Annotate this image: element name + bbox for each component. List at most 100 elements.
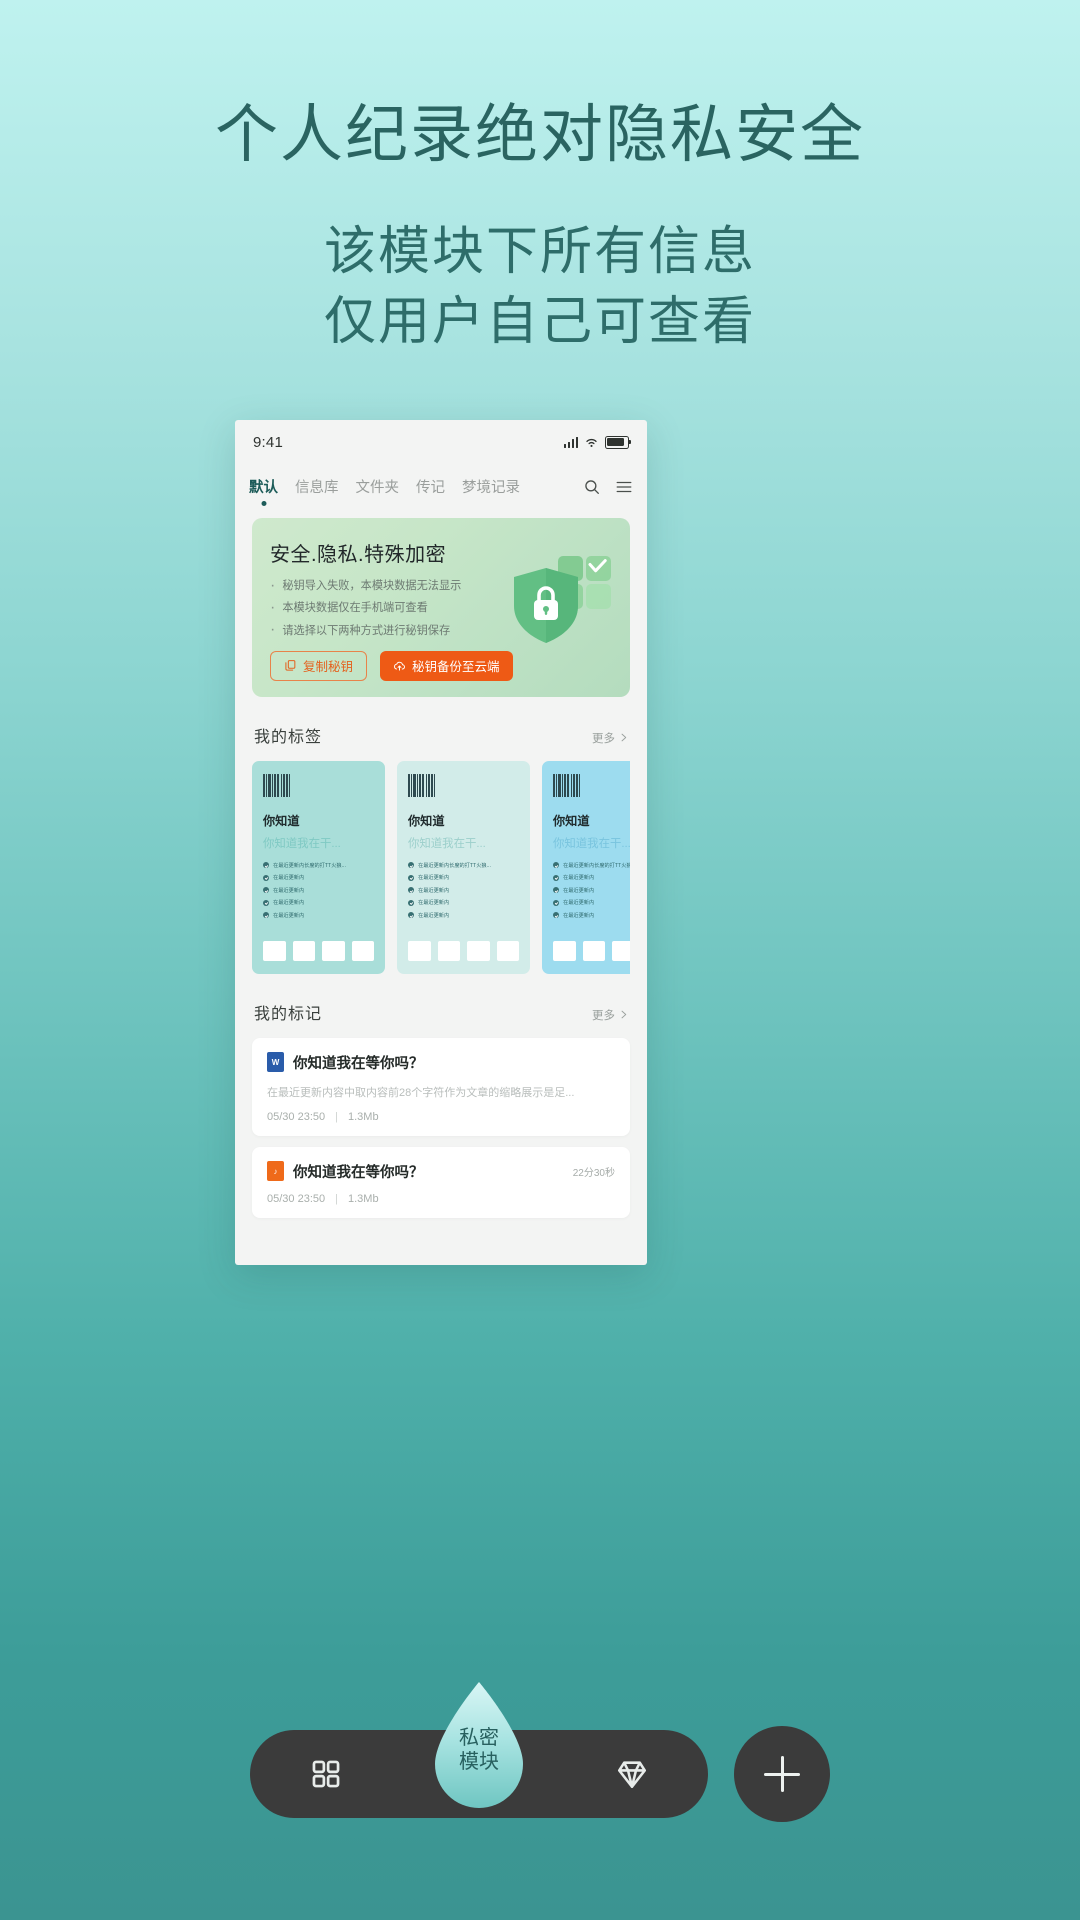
list-item: 在最近更新内	[263, 899, 374, 906]
page-subtitle-line-1: 该模块下所有信息	[323, 222, 756, 281]
tag-card-title: 你知道	[408, 813, 445, 828]
marks-more-label: 更多	[592, 1009, 615, 1022]
tab-dream-log[interactable]: 梦境记录	[462, 476, 520, 506]
list-item-text: 在最近更新内	[563, 887, 595, 894]
list-item: 在最近更新内长度的打TT火狼...	[408, 862, 519, 869]
cloud-upload-icon	[394, 662, 405, 672]
tag-card-subtitle: 你知道我在干...	[408, 837, 486, 850]
mark-item-word[interactable]: W 你知道我在等你吗？ 在最近更新内容中取内容前28个字符作为文章的缩略展示是足…	[252, 1037, 630, 1136]
tag-card-items: 在最近更新内长度的打TT火狼... 在最近更新内 在最近更新内 在最近更新内 在…	[553, 862, 630, 919]
list-item-text: 在最近更新内	[418, 900, 450, 907]
wifi-icon	[586, 438, 597, 447]
marks-more-link[interactable]: 更多	[592, 1007, 628, 1023]
list-item: 在最近更新内	[263, 912, 374, 919]
check-dot-icon	[408, 874, 414, 881]
mark-item-header: W 你知道我在等你吗？	[267, 1052, 615, 1073]
check-dot-icon	[263, 912, 269, 919]
list-item: 在最近更新内	[408, 887, 519, 894]
mark-item-title: 你知道我在等你吗？	[293, 1164, 424, 1181]
menu-icon[interactable]	[615, 478, 633, 496]
check-dot-icon	[408, 899, 414, 906]
backup-key-label: 秘钥备份至云端	[412, 660, 500, 675]
list-item-text: 在最近更新内长度的打TT火狼...	[418, 862, 491, 869]
mark-item-size: 1.3Mb	[347, 1192, 379, 1205]
barcode-icon	[553, 773, 590, 797]
phone-scroll-area[interactable]: 安全.隐私.特殊加密 秘钥导入失败，本模块数据无法显示 本模块数据仅在手机端可查…	[235, 518, 647, 1239]
chevron-right-icon	[621, 1011, 627, 1019]
tag-card-swatches	[263, 940, 374, 961]
status-bar: 9:41	[235, 420, 647, 464]
backup-key-button[interactable]: 秘钥备份至云端	[380, 650, 513, 681]
tag-card[interactable]: 你知道 你知道我在干... 在最近更新内长度的打TT火狼... 在最近更新内 在…	[542, 760, 630, 974]
word-file-icon: W	[267, 1052, 284, 1073]
check-dot-icon	[408, 887, 414, 894]
diamond-icon	[617, 1761, 646, 1789]
tag-card[interactable]: 你知道 你知道我在干... 在最近更新内长度的打TT火狼... 在最近更新内 在…	[397, 760, 530, 974]
tab-default[interactable]: 默认	[249, 476, 278, 506]
tag-card-swatches	[408, 940, 519, 961]
bottom-nav-bar: 私密 模块	[250, 1682, 708, 1818]
tags-more-link[interactable]: 更多	[592, 730, 628, 746]
barcode-icon	[263, 773, 300, 797]
check-dot-icon	[553, 887, 559, 894]
tag-card-list[interactable]: 你知道 你知道我在干... 在最近更新内长度的打TT火狼... 在最近更新内 在…	[252, 760, 630, 974]
list-item: 在最近更新内	[553, 874, 630, 881]
list-item-text: 在最近更新内	[563, 875, 595, 882]
tag-card-title: 你知道	[263, 813, 300, 828]
tab-folder[interactable]: 文件夹	[356, 476, 400, 506]
marks-section-title: 我的标记	[254, 1005, 323, 1023]
nav-item-private-module[interactable]: 私密 模块	[425, 1678, 533, 1810]
list-item: 在最近更新内	[408, 874, 519, 881]
check-dot-icon	[553, 862, 559, 869]
meta-separator: |	[335, 1110, 338, 1123]
tag-card-items: 在最近更新内长度的打TT火狼... 在最近更新内 在最近更新内 在最近更新内 在…	[408, 862, 519, 919]
barcode-icon	[408, 773, 445, 797]
search-icon[interactable]	[583, 478, 601, 496]
bottom-nav-wrapper: 私密 模块	[0, 1682, 1080, 1822]
mark-item-audio[interactable]: ♪ 你知道我在等你吗？ 22分30秒 05/30 23:50 | 1.3Mb	[252, 1146, 630, 1218]
mark-item-header: ♪ 你知道我在等你吗？ 22分30秒	[267, 1161, 615, 1182]
tag-card[interactable]: 你知道 你知道我在干... 在最近更新内长度的打TT火狼... 在最近更新内 在…	[252, 760, 385, 974]
nav-private-module-label: 私密 模块	[425, 1726, 533, 1775]
tab-infobase[interactable]: 信息库	[295, 476, 339, 506]
nav-private-module-line-1: 私密	[459, 1727, 499, 1749]
list-item: 在最近更新内	[263, 887, 374, 894]
check-dot-icon	[263, 887, 269, 894]
page-subtitle-line-2: 仅用户自己可查看	[323, 292, 756, 351]
check-dot-icon	[553, 874, 559, 881]
list-item-text: 在最近更新内	[273, 887, 305, 894]
list-item: 在最近更新内	[408, 912, 519, 919]
tags-more-label: 更多	[592, 732, 615, 745]
grid-icon	[312, 1760, 340, 1788]
check-dot-icon	[553, 912, 559, 919]
list-item: 在最近更新内	[408, 899, 519, 906]
tab-biography[interactable]: 传记	[416, 476, 445, 506]
list-item-text: 在最近更新内长度的打TT火狼...	[563, 862, 630, 869]
tab-bar: 默认 信息库 文件夹 传记 梦境记录	[235, 464, 647, 512]
list-item: 在最近更新内	[553, 912, 630, 919]
tag-card-items: 在最近更新内长度的打TT火狼... 在最近更新内 在最近更新内 在最近更新内 在…	[263, 862, 374, 919]
hero-headline: 个人纪录绝对隐私安全 该模块下所有信息 仅用户自己可查看	[0, 0, 1080, 357]
copy-icon	[285, 660, 296, 672]
nav-item-grid[interactable]	[299, 1747, 353, 1801]
meta-separator: |	[335, 1192, 338, 1205]
list-item: 在最近更新内	[553, 887, 630, 894]
list-item: 在最近更新内	[553, 899, 630, 906]
page-subtitle: 该模块下所有信息 仅用户自己可查看	[0, 217, 1080, 357]
list-item-text: 在最近更新内	[563, 900, 595, 907]
copy-key-button[interactable]: 复制秘钥	[270, 650, 368, 681]
list-item: 在最近更新内	[263, 874, 374, 881]
page-title: 个人纪录绝对隐私安全	[215, 100, 865, 170]
check-dot-icon	[553, 899, 559, 906]
list-item-text: 在最近更新内	[418, 912, 450, 919]
nav-item-diamond[interactable]	[605, 1747, 659, 1801]
copy-key-label: 复制秘钥	[303, 660, 354, 675]
add-button[interactable]	[734, 1726, 830, 1822]
security-bullet-3-text: 请选择以下两种方式进行秘钥保存	[282, 624, 451, 637]
list-item-text: 在最近更新内	[273, 912, 305, 919]
tab-actions	[583, 478, 633, 505]
chevron-right-icon	[621, 734, 627, 742]
tag-card-subtitle: 你知道我在干...	[263, 837, 341, 850]
list-item-text: 在最近更新内	[273, 900, 305, 907]
security-bullet-1-text: 秘钥导入失败，本模块数据无法显示	[282, 580, 462, 592]
